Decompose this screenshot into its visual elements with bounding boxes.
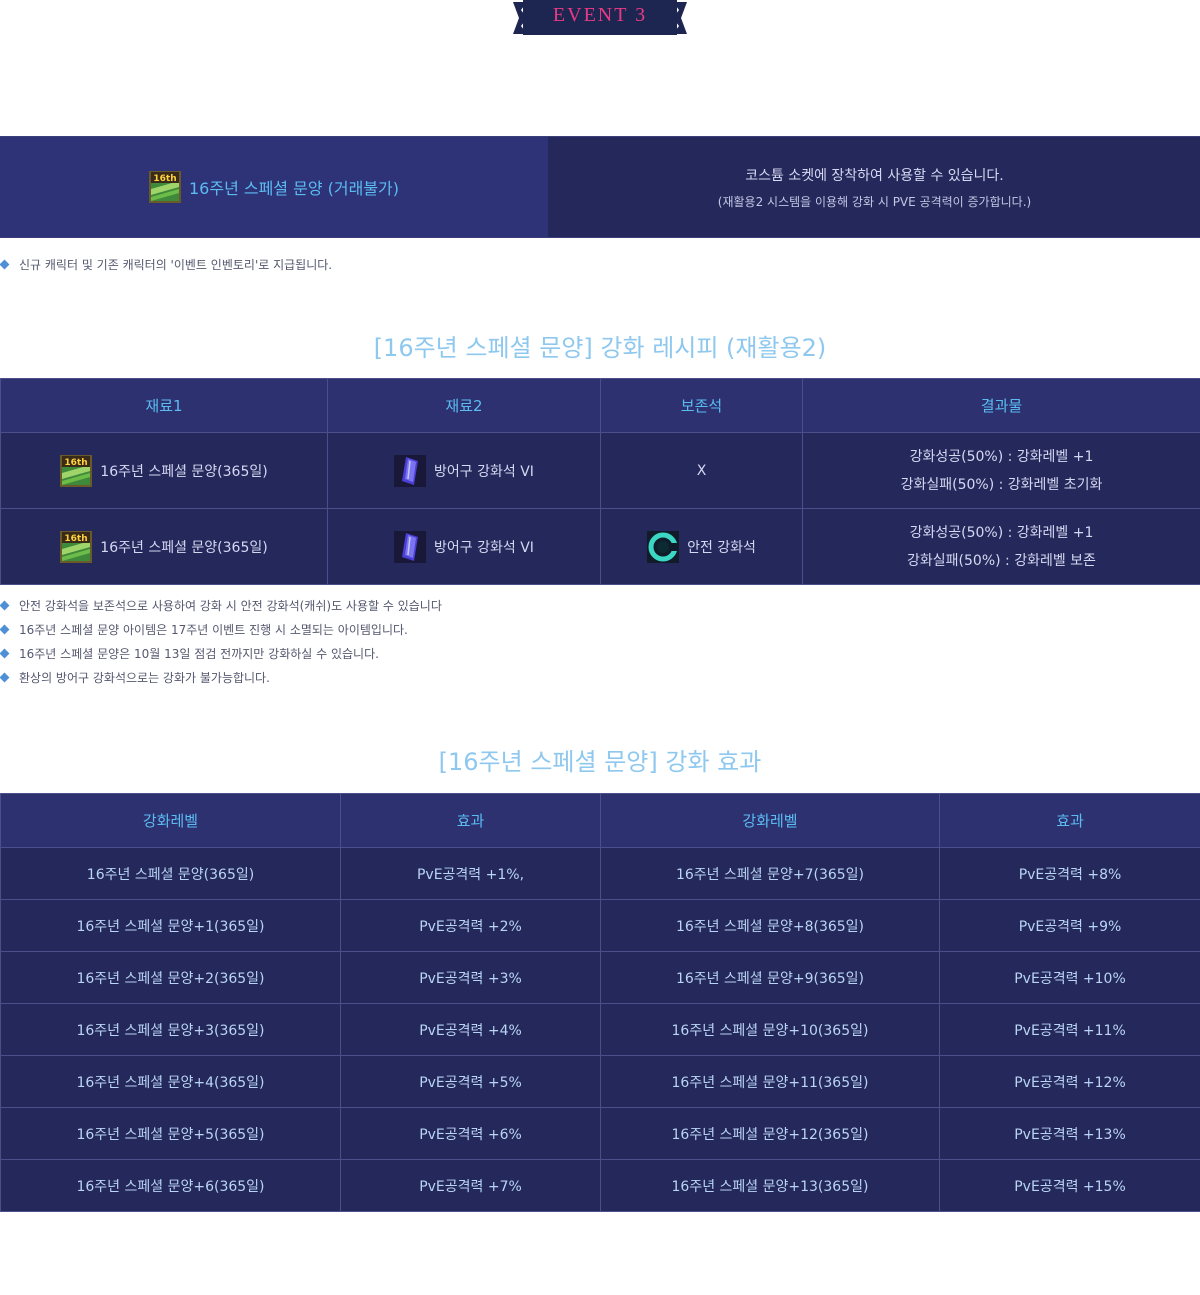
- recipe-material2: 방어구 강화석 VI: [434, 539, 534, 556]
- effect-row: 16주년 스페셜 문양+2(365일) PvE공격력 +3% 16주년 스페셜 …: [0, 951, 1200, 1004]
- effect-value: PvE공격력 +10%: [939, 951, 1200, 1004]
- effect-level: 16주년 스페셜 문양+3(365일): [0, 1003, 341, 1056]
- bullet-diamond-icon: [0, 600, 10, 611]
- bullet-diamond-icon: [0, 624, 10, 635]
- effect-value: PvE공격력 +4%: [340, 1003, 601, 1056]
- event-item-subdesc: (재활용2 시스템을 이용해 강화 시 PVE 공격력이 증가합니다.): [717, 194, 1032, 209]
- 16th-pattern-icon: 16th: [60, 454, 93, 487]
- effect-value: PvE공격력 +6%: [340, 1107, 601, 1160]
- recipe-protect-stone: 안전 강화석: [687, 539, 756, 556]
- effect-level: 16주년 스페셜 문양+5(365일): [0, 1107, 341, 1160]
- bullet-diamond-icon: [0, 648, 10, 659]
- effect-level: 16주년 스페셜 문양+9(365일): [600, 951, 940, 1004]
- effect-header-effect: 효과: [340, 793, 601, 848]
- 16th-pattern-icon: 16th: [148, 171, 181, 203]
- effect-value: PvE공격력 +8%: [939, 847, 1200, 900]
- event-banner-label: EVENT 3: [552, 4, 648, 26]
- effect-level: 16주년 스페셜 문양+1(365일): [0, 899, 341, 952]
- svg-text:16th: 16th: [65, 534, 88, 544]
- notes-top: 신규 캐릭터 및 기존 캐릭터의 '이벤트 인벤토리'로 지급됩니다.: [0, 253, 1200, 277]
- note-item: 16주년 스페셜 문양 아이템은 17주년 이벤트 진행 시 소멸되는 아이템입…: [0, 618, 1200, 642]
- effect-level: 16주년 스페셜 문양+13(365일): [600, 1159, 940, 1212]
- event-item-desc-cell: 코스튬 소켓에 장착하여 사용할 수 있습니다. (재활용2 시스템을 이용해 …: [549, 137, 1200, 237]
- recipe-header-material2: 재료2: [327, 378, 601, 433]
- effect-row: 16주년 스페셜 문양+3(365일) PvE공격력 +4% 16주년 스페셜 …: [0, 1003, 1200, 1056]
- effect-value: PvE공격력 +5%: [340, 1055, 601, 1108]
- effect-level: 16주년 스페셜 문양+6(365일): [0, 1159, 341, 1212]
- recipe-result-fail: 강화실패(50%) : 강화레벨 초기화: [900, 476, 1103, 493]
- effect-value: PvE공격력 +2%: [340, 899, 601, 952]
- armor-enhance-stone-icon: [394, 530, 427, 563]
- event-item-name-cell: 16th 16주년 스페셜 문양 (거래불가): [0, 137, 548, 237]
- effect-row: 16주년 스페셜 문양+4(365일) PvE공격력 +5% 16주년 스페셜 …: [0, 1055, 1200, 1108]
- effect-value: PvE공격력 +9%: [939, 899, 1200, 952]
- note-item: 환상의 방어구 강화석으로는 강화가 불가능합니다.: [0, 666, 1200, 690]
- armor-enhance-stone-icon: [394, 454, 427, 487]
- effect-value: PvE공격력 +3%: [340, 951, 601, 1004]
- effect-header-effect: 효과: [939, 793, 1200, 848]
- effect-title: [16주년 스페셜 문양] 강화 효과: [438, 748, 762, 776]
- effect-row: 16주년 스페셜 문양+5(365일) PvE공격력 +6% 16주년 스페셜 …: [0, 1107, 1200, 1160]
- svg-text:16th: 16th: [65, 458, 88, 468]
- effect-value: PvE공격력 +13%: [939, 1107, 1200, 1160]
- event-item-box: 16th 16주년 스페셜 문양 (거래불가) 코스튬 소켓에 장착하여 사용할…: [0, 136, 1200, 238]
- 16th-pattern-icon: 16th: [60, 530, 93, 563]
- effect-value: PvE공격력 +12%: [939, 1055, 1200, 1108]
- effect-value: PvE공격력 +7%: [340, 1159, 601, 1212]
- recipe-material1: 16주년 스페셜 문양(365일): [100, 539, 268, 556]
- bullet-diamond-icon: [0, 672, 10, 683]
- effect-row: 16주년 스페셜 문양(365일) PvE공격력 +1%, 16주년 스페셜 문…: [0, 847, 1200, 900]
- recipe-material1: 16주년 스페셜 문양(365일): [100, 463, 268, 480]
- note-item: 16주년 스페셜 문양은 10월 13일 점검 전까지만 강화하실 수 있습니다…: [0, 642, 1200, 666]
- notes-recipe: 안전 강화석을 보존석으로 사용하여 강화 시 안전 강화석(캐쉬)도 사용할 …: [0, 594, 1200, 690]
- recipe-header-protect-stone: 보존석: [600, 378, 803, 433]
- effect-level: 16주년 스페셜 문양+12(365일): [600, 1107, 940, 1160]
- event-item-desc: 코스튬 소켓에 장착하여 사용할 수 있습니다.: [745, 167, 1004, 184]
- recipe-title: [16주년 스페셜 문양] 강화 레시피 (재활용2): [373, 334, 827, 362]
- note-item: 안전 강화석을 보존석으로 사용하여 강화 시 안전 강화석(캐쉬)도 사용할 …: [0, 594, 1200, 618]
- recipe-header-row: 재료1 재료2 보존석 결과물: [0, 378, 1200, 433]
- recipe-protect-stone: X: [600, 432, 803, 509]
- svg-text:16th: 16th: [153, 174, 176, 184]
- recipe-row: 16th 16주년 스페셜 문양(365일) 방어구 강화석 VI X 강화성공…: [0, 432, 1200, 509]
- event-banner: EVENT 3: [513, 0, 687, 35]
- effect-header-row: 강화레벨 효과 강화레벨 효과: [0, 793, 1200, 848]
- recipe-row: 16th 16주년 스페셜 문양(365일) 방어구 강화석 VI 안전 강화석…: [0, 508, 1200, 585]
- recipe-table: 재료1 재료2 보존석 결과물 16th 16주년 스페셜 문양(365일) 방…: [0, 378, 1200, 585]
- recipe-header-result: 결과물: [802, 378, 1200, 433]
- effect-header-level: 강화레벨: [600, 793, 940, 848]
- effect-level: 16주년 스페셜 문양+11(365일): [600, 1055, 940, 1108]
- bullet-diamond-icon: [0, 259, 10, 270]
- recipe-result-fail: 강화실패(50%) : 강화레벨 보존: [907, 552, 1096, 569]
- effect-header-level: 강화레벨: [0, 793, 341, 848]
- effect-row: 16주년 스페셜 문양+6(365일) PvE공격력 +7% 16주년 스페셜 …: [0, 1159, 1200, 1212]
- effect-level: 16주년 스페셜 문양+4(365일): [0, 1055, 341, 1108]
- effect-value: PvE공격력 +11%: [939, 1003, 1200, 1056]
- effect-level: 16주년 스페셜 문양+2(365일): [0, 951, 341, 1004]
- event-item-name: 16주년 스페셜 문양 (거래불가): [188, 179, 400, 198]
- recipe-header-material1: 재료1: [0, 378, 328, 433]
- effect-value: PvE공격력 +1%,: [340, 847, 601, 900]
- safe-enhance-stone-icon: [647, 530, 680, 563]
- effect-table: 강화레벨 효과 강화레벨 효과 16주년 스페셜 문양(365일) PvE공격력…: [0, 793, 1200, 1212]
- effect-level: 16주년 스페셜 문양+10(365일): [600, 1003, 940, 1056]
- recipe-material2: 방어구 강화석 VI: [434, 463, 534, 480]
- recipe-result-success: 강화성공(50%) : 강화레벨 +1: [909, 524, 1094, 541]
- recipe-result-success: 강화성공(50%) : 강화레벨 +1: [909, 448, 1094, 465]
- effect-row: 16주년 스페셜 문양+1(365일) PvE공격력 +2% 16주년 스페셜 …: [0, 899, 1200, 952]
- effect-value: PvE공격력 +15%: [939, 1159, 1200, 1212]
- effect-level: 16주년 스페셜 문양(365일): [0, 847, 341, 900]
- effect-level: 16주년 스페셜 문양+8(365일): [600, 899, 940, 952]
- effect-level: 16주년 스페셜 문양+7(365일): [600, 847, 940, 900]
- note-item: 신규 캐릭터 및 기존 캐릭터의 '이벤트 인벤토리'로 지급됩니다.: [0, 253, 1200, 277]
